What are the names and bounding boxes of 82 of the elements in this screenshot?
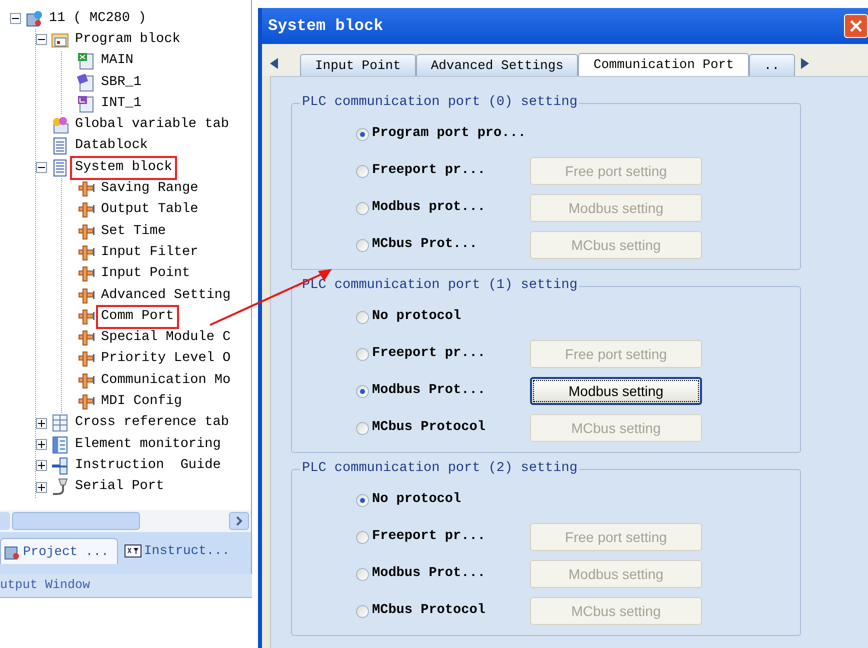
close-button[interactable] — [844, 14, 868, 38]
tree-item[interactable]: Input Point — [99, 265, 192, 284]
tab-scroll-right-icon[interactable] — [800, 58, 808, 69]
list-icon — [51, 137, 69, 156]
dialog-tab[interactable]: Input Point — [300, 54, 416, 76]
spreadsheet-icon — [77, 52, 95, 70]
radio-button[interactable]: No protocol — [356, 490, 530, 510]
tree-item[interactable]: SBR_1 — [99, 74, 144, 92]
pipe-fitting-icon — [77, 392, 95, 411]
radio-button[interactable]: No protocol — [356, 306, 530, 328]
pipe-fitting-icon — [77, 329, 95, 348]
radio-button[interactable]: Freeport pr... — [356, 160, 530, 182]
tree-item[interactable]: Set Time — [99, 222, 168, 241]
output-window-title: utput Window — [0, 577, 90, 594]
collapse-icon[interactable] — [10, 13, 21, 24]
balloons-icon — [51, 116, 69, 134]
pipe-fitting-icon — [77, 201, 95, 220]
radio-button[interactable]: Program port pro... — [356, 124, 530, 144]
project-icon — [25, 10, 43, 28]
collapse-icon[interactable] — [36, 34, 47, 46]
expand-icon[interactable] — [36, 418, 47, 429]
tree-item[interactable]: 11 ( MC280 ) — [47, 10, 148, 28]
chevron-right-icon — [236, 516, 242, 526]
radio-button[interactable]: MCbus Protocol — [356, 418, 530, 438]
list-icon — [51, 158, 69, 177]
dialog-tab[interactable]: Advanced Settings — [416, 54, 578, 76]
tree-item[interactable]: Datablock — [73, 137, 150, 156]
tree-item[interactable]: Program block — [73, 30, 182, 49]
pipe-fitting-icon — [77, 244, 95, 262]
tree-item[interactable]: Instruction Guide — [73, 456, 223, 475]
tree-item[interactable]: Special Module C — [99, 329, 233, 348]
panel-tab[interactable]: Instruct... — [122, 538, 247, 564]
pipe-fitting-icon — [77, 180, 95, 198]
tree-item[interactable]: System block — [73, 158, 174, 177]
xy-icon — [124, 542, 142, 560]
radio-button[interactable]: MCbus Prot... — [356, 234, 530, 256]
radio-button[interactable]: Modbus prot... — [356, 198, 530, 218]
close-icon — [849, 19, 863, 33]
expand-icon[interactable] — [36, 439, 47, 450]
pipe-fitting-icon — [77, 350, 95, 368]
tree-item[interactable]: MDI Config — [99, 392, 184, 411]
radio-button[interactable]: Modbus Prot... — [356, 564, 530, 584]
radio-button[interactable]: MCbus Protocol — [356, 600, 530, 622]
expand-icon[interactable] — [36, 482, 47, 493]
dialog-tab[interactable]: .. — [748, 54, 794, 76]
pipe-fitting-icon — [77, 372, 95, 390]
document-icon — [77, 74, 95, 92]
expand-icon[interactable] — [36, 460, 47, 472]
radio-button[interactable]: Freeport pr... — [356, 526, 530, 548]
tab-scroll-left-icon[interactable] — [270, 58, 278, 69]
panel-tab[interactable]: Project ... — [0, 538, 118, 564]
tree-item[interactable]: Serial Port — [73, 478, 166, 496]
radio-button[interactable]: Modbus Prot... — [356, 380, 530, 402]
document-icon — [77, 94, 95, 113]
collapse-icon[interactable] — [36, 162, 47, 174]
table-icon — [51, 414, 69, 432]
tree-item[interactable]: Advanced Setting — [99, 286, 233, 304]
tree-item[interactable]: MAIN — [99, 52, 136, 70]
scroll-right-button[interactable] — [229, 512, 249, 530]
radio-button[interactable]: Freeport pr... — [356, 344, 530, 364]
tree-item[interactable]: Global variable tab — [73, 116, 231, 134]
tree-item[interactable]: Output Table — [99, 201, 200, 220]
pipe-fitting-icon — [77, 308, 95, 326]
setting-button[interactable]: Modbus setting — [530, 377, 702, 405]
tree-item[interactable]: Cross reference tab — [73, 414, 231, 432]
plug-icon — [51, 478, 69, 496]
tree-item[interactable]: Input Filter — [99, 244, 200, 262]
tree-item[interactable]: INT_1 — [99, 94, 144, 113]
pipe-fitting-icon — [77, 265, 95, 284]
dialog-title: System block — [268, 16, 384, 37]
folder-icon — [51, 30, 69, 49]
network-icon — [51, 456, 69, 475]
tree-item[interactable]: Communication Mo — [99, 372, 233, 390]
dialog-tab[interactable]: Communication Port — [578, 53, 749, 76]
panel-icon — [51, 436, 69, 454]
tree-item[interactable]: Priority Level O — [99, 350, 233, 368]
pipe-fitting-icon — [77, 286, 95, 304]
pipe-fitting-icon — [77, 222, 95, 241]
scrollbar-thumb[interactable] — [12, 512, 140, 530]
tree-item[interactable]: Saving Range — [99, 180, 200, 198]
tree-item[interactable]: Element monitoring — [73, 436, 223, 454]
tree-item[interactable]: Comm Port — [99, 308, 176, 326]
